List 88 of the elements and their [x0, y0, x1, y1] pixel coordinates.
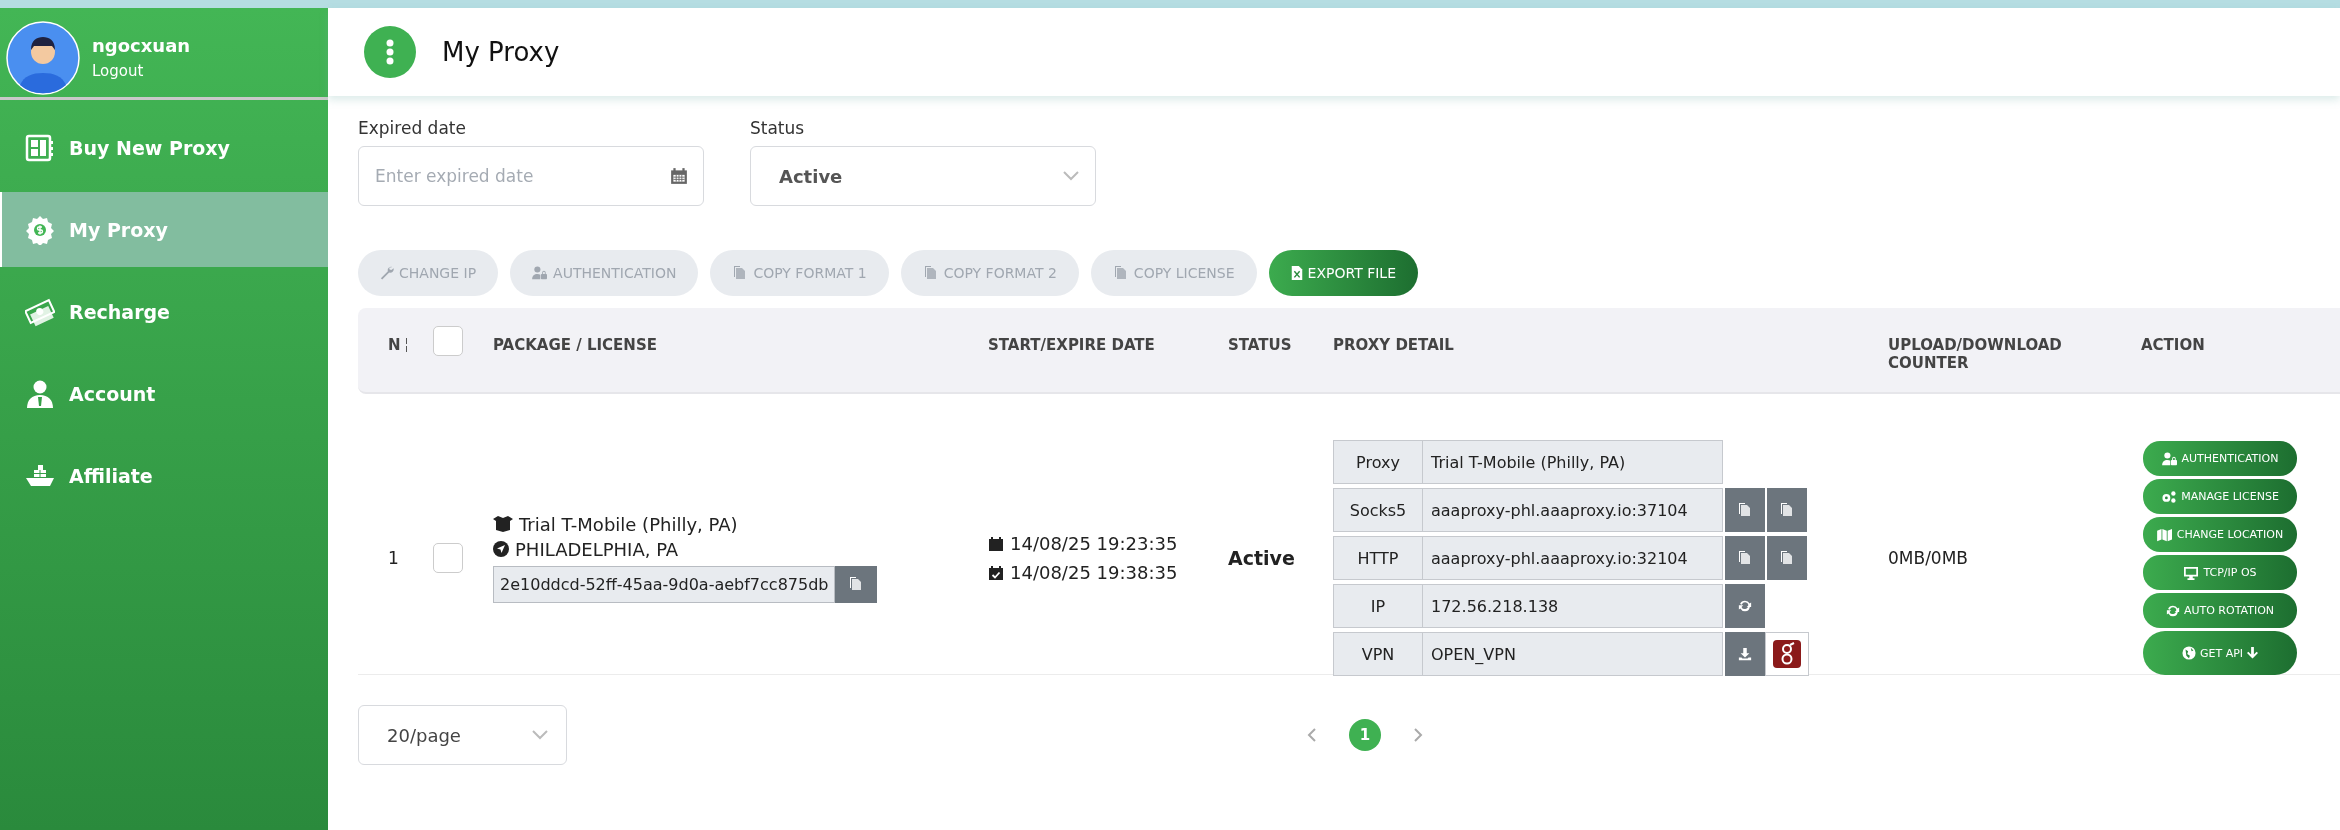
- sidebar-item[interactable]: Affiliate: [0, 438, 328, 513]
- column-header: ACTION: [2141, 335, 2206, 354]
- expire-date: 14/08/25 19:38:35: [1010, 562, 1178, 583]
- refresh-icon: [1738, 599, 1752, 613]
- detail-value: 172.56.218.138: [1423, 584, 1723, 628]
- copy-icon: [1779, 502, 1795, 518]
- down-arrow-icon: [2247, 646, 2259, 660]
- person-icon: [25, 378, 55, 409]
- select-all-checkbox[interactable]: [433, 326, 463, 356]
- action-button[interactable]: AUTHENTICATION: [2143, 441, 2297, 476]
- sidebar-item[interactable]: Recharge: [0, 274, 328, 349]
- copy-button[interactable]: [1765, 488, 1807, 532]
- location: PHILADELPHIA, PA: [515, 538, 679, 560]
- column-header: PROXY DETAIL: [1333, 335, 1455, 354]
- user-lock-icon: [2161, 451, 2178, 466]
- calendar-check-icon: [988, 564, 1004, 581]
- globe-icon: [2181, 646, 2196, 660]
- sort-icon: [403, 338, 409, 352]
- wrench-icon: [380, 266, 394, 280]
- refresh-button[interactable]: [1723, 584, 1765, 628]
- sidebar-item[interactable]: Buy New Proxy: [0, 110, 328, 185]
- row-checkbox[interactable]: [433, 543, 463, 573]
- field-label: Status: [750, 118, 806, 138]
- action-button[interactable]: GET API: [2143, 631, 2297, 675]
- copy-button[interactable]: [1723, 536, 1765, 580]
- action-button[interactable]: MANAGE LICENSE: [2143, 479, 2297, 514]
- detail-value: aaaproxy-phl.aaaproxy.io:32104: [1423, 536, 1723, 580]
- gears-icon: [2161, 489, 2178, 504]
- detail-value: aaaproxy-phl.aaaproxy.io:37104: [1423, 488, 1723, 532]
- logout-link[interactable]: Logout: [92, 62, 144, 80]
- page-button[interactable]: 1: [1349, 719, 1381, 751]
- detail-label: Socks5: [1333, 488, 1423, 532]
- start-date: 14/08/25 19:23:35: [1010, 533, 1178, 554]
- action-button[interactable]: AUTO ROTATION: [2143, 593, 2297, 628]
- page-size-dropdown[interactable]: 20/page: [358, 705, 567, 765]
- detail-label: Proxy: [1333, 440, 1423, 484]
- status-text: Active: [1228, 547, 1296, 569]
- logo-icon: [1773, 640, 1801, 668]
- detail-label: IP: [1333, 584, 1423, 628]
- cash-icon: [25, 296, 55, 327]
- download-icon: [1738, 647, 1752, 661]
- copy-button[interactable]: [1765, 536, 1807, 580]
- user-name: ngocxuan: [92, 35, 191, 56]
- chevron-left-icon: [1307, 727, 1317, 743]
- status-dropdown[interactable]: Active: [750, 146, 1096, 206]
- column-header: UPLOAD/DOWNLOAD COUNTER: [1888, 335, 2063, 372]
- date-field[interactable]: Enter expired date: [358, 146, 704, 206]
- detail-value: OPEN_VPN: [1423, 632, 1723, 676]
- copy-icon: [1112, 265, 1129, 281]
- action-button[interactable]: CHANGE LOCATION: [2143, 517, 2297, 552]
- sidebar-item[interactable]: My Proxy: [0, 192, 328, 267]
- page-title: My Proxy: [442, 37, 560, 67]
- traffic-counter: 0MB/0MB: [1888, 548, 1970, 568]
- copy-button[interactable]: [835, 565, 878, 603]
- menu-button[interactable]: [364, 26, 416, 78]
- sidebar-item[interactable]: Account: [0, 356, 328, 431]
- column-header: PACKAGE / LICENSE: [493, 335, 658, 354]
- copy-icon: [1737, 502, 1753, 518]
- chevron-right-icon: [1413, 727, 1423, 743]
- toolbar-button[interactable]: EXPORT FILE: [1268, 250, 1418, 296]
- dashboard-icon: [25, 132, 55, 163]
- download-button[interactable]: [1723, 632, 1765, 676]
- calendar-icon: [988, 535, 1004, 552]
- monitor-icon: [2183, 565, 2200, 580]
- dots-icon: [386, 39, 394, 65]
- package-name: Trial T-Mobile (Philly, PA): [519, 513, 738, 535]
- refresh-icon: [2165, 603, 2180, 618]
- calendar-icon: [670, 167, 688, 185]
- copy-icon: [1779, 550, 1795, 566]
- chevron-down-icon: [532, 730, 548, 740]
- field-label: Expired date: [358, 118, 467, 138]
- detail-label: HTTP: [1333, 536, 1423, 580]
- copy-button[interactable]: [1723, 488, 1765, 532]
- column-header: N: [388, 336, 401, 354]
- chevron-down-icon: [1063, 171, 1079, 181]
- dollar-gear-icon: [25, 214, 55, 245]
- action-button[interactable]: TCP/IP OS: [2143, 555, 2297, 590]
- column-header: START/EXPIRE DATE: [988, 335, 1156, 354]
- copy-icon: [922, 265, 939, 281]
- row-number: 1: [388, 548, 400, 568]
- license-key: 2e10ddcd-52ff-45aa-9d0a-aebf7cc875db: [493, 565, 836, 603]
- detail-label: VPN: [1333, 632, 1423, 676]
- column-header: STATUS: [1228, 335, 1293, 354]
- map-icon: [2156, 527, 2173, 542]
- detail-value: Trial T-Mobile (Philly, PA): [1423, 440, 1723, 484]
- copy-icon: [1737, 550, 1753, 566]
- spreadsheet-icon: [1290, 266, 1303, 280]
- user-lock-icon: [532, 266, 549, 280]
